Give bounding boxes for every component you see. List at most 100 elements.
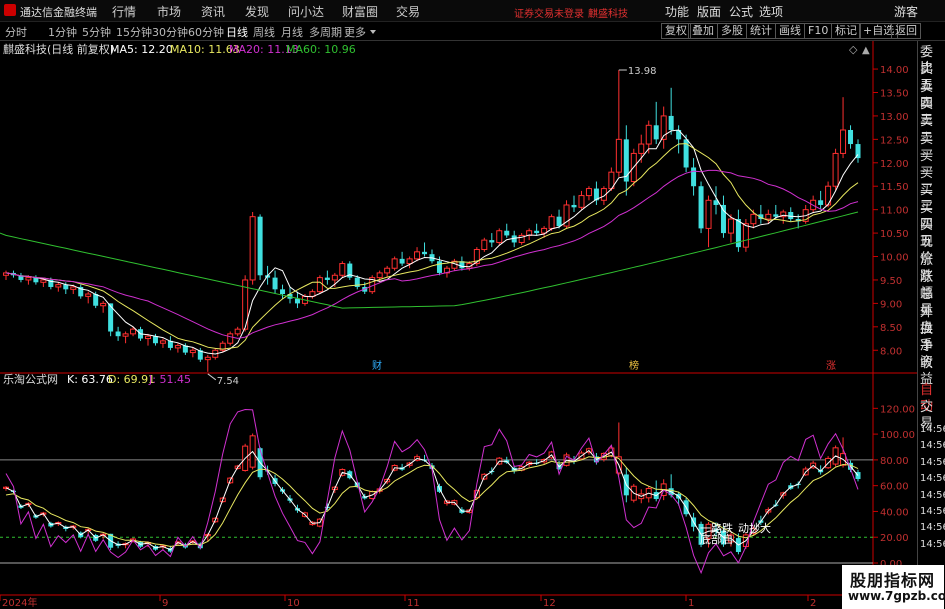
main-tick-label-11: 8.50 [880,323,902,334]
panel-item-22[interactable]: 14:56 [920,438,945,454]
candle-body-73 [548,216,555,229]
main-tick-label-12: 8.00 [880,346,902,357]
menu-item-options[interactable]: 选项 [759,3,783,20]
main-tick-label-5: 11.50 [880,182,909,193]
menu-item-news[interactable]: 资讯 [201,3,225,20]
main-tick-label-10: 9.00 [880,299,902,310]
candle-body-3 [25,277,32,281]
menu-item-ask[interactable]: 问小达 [288,3,324,20]
sub-chart-title: 乐淘公式网 [3,373,58,386]
period-monthly[interactable]: 月线 [281,24,303,40]
menu-item-discover[interactable]: 发现 [245,3,269,20]
candle-body-12 [93,294,99,306]
marker-finance[interactable]: 财 [372,359,382,372]
period-more[interactable]: 更多 [344,24,366,40]
tool-stats[interactable]: 统计 [746,23,776,39]
panel-item-24[interactable]: 14:56 [920,471,945,487]
sub-tick-label-4: 40.00 [880,507,909,518]
menu-item-exchange[interactable]: 市场 [157,3,181,20]
period-15min[interactable]: 15分钟 [116,24,152,40]
tool-draw[interactable]: 画线 [775,23,805,39]
period-1min[interactable]: 1分钟 [48,24,77,40]
candle-body-112 [840,129,847,154]
tool-mark[interactable]: 标记 [831,23,861,39]
tool-back[interactable]: 返回 [891,23,921,39]
candle-body-109 [818,200,824,205]
tool-overlay[interactable]: 叠加 [688,23,718,39]
high-price-label: 13.98 [628,66,657,77]
panel-item-26[interactable]: 14:56 [920,504,945,520]
annotation-bottom: 底部启 [700,532,733,546]
menu-item-formula[interactable]: 公式 [729,3,753,20]
x-label-6: 2 [810,598,816,609]
header-stock-name: 麒盛科技 [588,9,628,20]
main-chart-title: 麒盛科技(日线 前复权) [3,42,114,56]
period-30min[interactable]: 30分钟 [152,24,188,40]
candle-body-77 [578,195,585,208]
period-daily[interactable]: 日线 [226,24,248,40]
collapse-icon[interactable]: ▲ [862,45,870,56]
menu-item-trade[interactable]: 交易 [396,3,420,20]
candle-body-52 [391,258,398,269]
app-logo-icon [4,4,16,16]
period-5min[interactable]: 5分钟 [82,24,111,40]
diamond-icon[interactable]: ◇ [849,43,858,56]
main-tick-label-4: 12.00 [880,159,909,170]
candle-body-5 [40,279,47,283]
candle-body-64 [481,239,488,250]
period-weekly[interactable]: 周线 [253,24,275,40]
sub-tick-label-2: 80.00 [880,456,909,467]
candle-body-58 [436,261,442,273]
tool-f10[interactable]: F10 [804,23,833,39]
menu-item-function[interactable]: 功能 [665,3,689,20]
marker-list[interactable]: 榜 [629,359,639,372]
k-label: K: 63.76 [67,373,113,386]
menu-item-layout[interactable]: 版面 [697,3,721,20]
main-tick-label-0: 14.00 [880,65,909,76]
kline-chart[interactable]: 麒盛科技(日线 前复权) MA5: 12.20 MA10: 11.63 MA20… [0,41,917,609]
login-notice[interactable]: 证券交易未登录 [514,5,584,20]
candle-body-33 [249,216,256,281]
annotation-buy: 动抄 [738,521,760,535]
x-label-3: 11 [407,598,420,609]
candle-body-100 [750,213,757,225]
marker-rise[interactable]: 涨 [826,360,836,372]
more-dropdown-icon[interactable] [370,30,376,34]
main-tick-label-6: 11.00 [880,206,909,217]
tool-adjust[interactable]: 复权 [661,23,691,39]
candle-body-23 [174,345,181,349]
candle-body-87 [653,125,659,140]
low-price-label: 7.54 [217,376,239,387]
candle-body-89 [668,115,674,130]
candle-body-76 [571,204,577,208]
menu-item-wealth[interactable]: 财富圈 [342,3,378,20]
candle-body-36 [272,277,278,290]
menu-item-market[interactable]: 行情 [112,3,136,20]
period-intraday[interactable]: 分时 [5,24,27,40]
candle-body-86 [645,124,652,145]
candle-body-19 [145,335,151,340]
candle-body-54 [406,258,413,265]
x-label-0: 2024年 [2,596,37,609]
guest-user[interactable]: 游客 [894,3,918,20]
period-60min[interactable]: 60分钟 [188,24,224,40]
period-multi[interactable]: 多周期 [309,24,342,40]
panel-item-23[interactable]: 14:56 [920,455,945,471]
candle-body-113 [848,129,854,145]
panel-item-21[interactable]: 14:56 [920,422,945,438]
candle-body-111 [832,152,839,187]
sub-tick-label-0: 120.00 [880,404,915,415]
candle-body-8 [63,284,69,290]
candle-body-99 [742,223,749,248]
main-tick-label-1: 13.50 [880,88,909,99]
ma60-label: MA60: 10.96 [286,43,356,56]
tool-multistock[interactable]: 多股 [717,23,747,39]
panel-item-27[interactable]: 14:56 [920,520,945,536]
candle-body-42 [316,277,323,293]
candle-body-34 [257,216,263,276]
panel-item-25[interactable]: 14:56 [920,488,945,504]
quote-side-panel: 委比 卖五 卖四 卖三 卖二 卖一 买一 买二 买三 买四 买五 现价 涨跌 涨幅 总量 外盘 换手 净资 收益 自动… [917,41,945,609]
x-label-1: 9 [162,598,168,609]
candle-body-44 [331,274,338,281]
panel-item-28[interactable]: 14:56 [920,537,945,553]
